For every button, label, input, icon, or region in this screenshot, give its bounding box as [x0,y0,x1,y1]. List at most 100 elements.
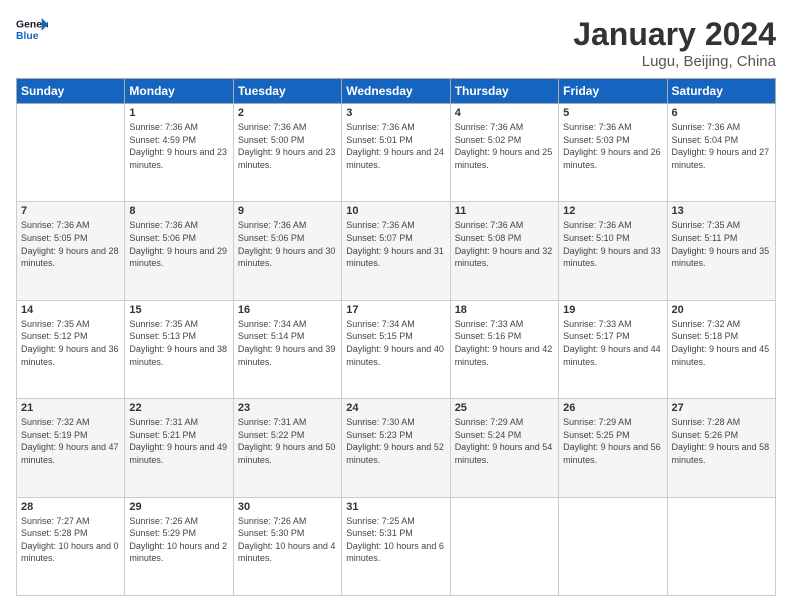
day-info: Sunrise: 7:36 AMSunset: 5:00 PMDaylight:… [238,121,337,171]
calendar-week-row: 14 Sunrise: 7:35 AMSunset: 5:12 PMDaylig… [17,300,776,398]
calendar-cell: 18 Sunrise: 7:33 AMSunset: 5:16 PMDaylig… [450,300,558,398]
calendar-cell: 10 Sunrise: 7:36 AMSunset: 5:07 PMDaylig… [342,202,450,300]
header-saturday: Saturday [667,79,775,104]
day-info: Sunrise: 7:35 AMSunset: 5:11 PMDaylight:… [672,219,771,269]
calendar-cell: 5 Sunrise: 7:36 AMSunset: 5:03 PMDayligh… [559,104,667,202]
logo-icon: General Blue [16,16,48,44]
day-info: Sunrise: 7:29 AMSunset: 5:25 PMDaylight:… [563,416,662,466]
day-number: 24 [346,402,445,414]
day-number: 26 [563,402,662,414]
day-number: 2 [238,107,337,119]
day-info: Sunrise: 7:34 AMSunset: 5:15 PMDaylight:… [346,318,445,368]
calendar-week-row: 28 Sunrise: 7:27 AMSunset: 5:28 PMDaylig… [17,497,776,595]
day-number: 10 [346,205,445,217]
calendar-week-row: 1 Sunrise: 7:36 AMSunset: 4:59 PMDayligh… [17,104,776,202]
calendar-cell: 24 Sunrise: 7:30 AMSunset: 5:23 PMDaylig… [342,399,450,497]
calendar-cell: 17 Sunrise: 7:34 AMSunset: 5:15 PMDaylig… [342,300,450,398]
calendar-cell [667,497,775,595]
day-number: 13 [672,205,771,217]
day-number: 7 [21,205,120,217]
day-info: Sunrise: 7:36 AMSunset: 5:06 PMDaylight:… [238,219,337,269]
day-number: 5 [563,107,662,119]
day-info: Sunrise: 7:31 AMSunset: 5:22 PMDaylight:… [238,416,337,466]
day-info: Sunrise: 7:27 AMSunset: 5:28 PMDaylight:… [21,515,120,565]
calendar-cell [559,497,667,595]
day-number: 3 [346,107,445,119]
day-number: 18 [455,304,554,316]
calendar-cell: 22 Sunrise: 7:31 AMSunset: 5:21 PMDaylig… [125,399,233,497]
day-info: Sunrise: 7:25 AMSunset: 5:31 PMDaylight:… [346,515,445,565]
calendar-cell: 27 Sunrise: 7:28 AMSunset: 5:26 PMDaylig… [667,399,775,497]
header-tuesday: Tuesday [233,79,341,104]
day-number: 16 [238,304,337,316]
day-info: Sunrise: 7:36 AMSunset: 5:05 PMDaylight:… [21,219,120,269]
calendar-cell: 1 Sunrise: 7:36 AMSunset: 4:59 PMDayligh… [125,104,233,202]
calendar-cell: 14 Sunrise: 7:35 AMSunset: 5:12 PMDaylig… [17,300,125,398]
day-number: 20 [672,304,771,316]
calendar-cell: 13 Sunrise: 7:35 AMSunset: 5:11 PMDaylig… [667,202,775,300]
calendar-cell: 2 Sunrise: 7:36 AMSunset: 5:00 PMDayligh… [233,104,341,202]
calendar-cell: 31 Sunrise: 7:25 AMSunset: 5:31 PMDaylig… [342,497,450,595]
day-number: 31 [346,501,445,513]
day-number: 4 [455,107,554,119]
calendar-cell: 21 Sunrise: 7:32 AMSunset: 5:19 PMDaylig… [17,399,125,497]
header-thursday: Thursday [450,79,558,104]
calendar-week-row: 7 Sunrise: 7:36 AMSunset: 5:05 PMDayligh… [17,202,776,300]
day-info: Sunrise: 7:32 AMSunset: 5:18 PMDaylight:… [672,318,771,368]
calendar-cell: 28 Sunrise: 7:27 AMSunset: 5:28 PMDaylig… [17,497,125,595]
calendar-cell: 8 Sunrise: 7:36 AMSunset: 5:06 PMDayligh… [125,202,233,300]
day-info: Sunrise: 7:31 AMSunset: 5:21 PMDaylight:… [129,416,228,466]
day-info: Sunrise: 7:35 AMSunset: 5:12 PMDaylight:… [21,318,120,368]
day-info: Sunrise: 7:36 AMSunset: 5:07 PMDaylight:… [346,219,445,269]
calendar-table: Sunday Monday Tuesday Wednesday Thursday… [16,78,776,596]
day-info: Sunrise: 7:33 AMSunset: 5:16 PMDaylight:… [455,318,554,368]
calendar-cell: 23 Sunrise: 7:31 AMSunset: 5:22 PMDaylig… [233,399,341,497]
page: General Blue January 2024 Lugu, Beijing,… [0,0,792,612]
day-number: 11 [455,205,554,217]
location: Lugu, Beijing, China [573,53,776,70]
calendar-cell [17,104,125,202]
calendar-cell: 12 Sunrise: 7:36 AMSunset: 5:10 PMDaylig… [559,202,667,300]
day-number: 28 [21,501,120,513]
day-number: 25 [455,402,554,414]
day-info: Sunrise: 7:36 AMSunset: 5:03 PMDaylight:… [563,121,662,171]
day-number: 9 [238,205,337,217]
day-number: 15 [129,304,228,316]
day-info: Sunrise: 7:36 AMSunset: 5:10 PMDaylight:… [563,219,662,269]
calendar-cell: 7 Sunrise: 7:36 AMSunset: 5:05 PMDayligh… [17,202,125,300]
day-info: Sunrise: 7:33 AMSunset: 5:17 PMDaylight:… [563,318,662,368]
day-number: 19 [563,304,662,316]
calendar-cell: 26 Sunrise: 7:29 AMSunset: 5:25 PMDaylig… [559,399,667,497]
header-monday: Monday [125,79,233,104]
calendar-cell: 25 Sunrise: 7:29 AMSunset: 5:24 PMDaylig… [450,399,558,497]
day-number: 23 [238,402,337,414]
calendar-header-row: Sunday Monday Tuesday Wednesday Thursday… [17,79,776,104]
day-number: 12 [563,205,662,217]
calendar-cell: 11 Sunrise: 7:36 AMSunset: 5:08 PMDaylig… [450,202,558,300]
day-info: Sunrise: 7:36 AMSunset: 5:06 PMDaylight:… [129,219,228,269]
day-number: 17 [346,304,445,316]
title-block: January 2024 Lugu, Beijing, China [573,16,776,70]
calendar-cell: 20 Sunrise: 7:32 AMSunset: 5:18 PMDaylig… [667,300,775,398]
day-info: Sunrise: 7:36 AMSunset: 5:04 PMDaylight:… [672,121,771,171]
day-info: Sunrise: 7:34 AMSunset: 5:14 PMDaylight:… [238,318,337,368]
day-number: 8 [129,205,228,217]
calendar-cell: 29 Sunrise: 7:26 AMSunset: 5:29 PMDaylig… [125,497,233,595]
day-info: Sunrise: 7:36 AMSunset: 4:59 PMDaylight:… [129,121,228,171]
calendar-cell: 9 Sunrise: 7:36 AMSunset: 5:06 PMDayligh… [233,202,341,300]
day-info: Sunrise: 7:30 AMSunset: 5:23 PMDaylight:… [346,416,445,466]
day-info: Sunrise: 7:35 AMSunset: 5:13 PMDaylight:… [129,318,228,368]
day-number: 27 [672,402,771,414]
calendar-cell: 16 Sunrise: 7:34 AMSunset: 5:14 PMDaylig… [233,300,341,398]
header: General Blue January 2024 Lugu, Beijing,… [16,16,776,70]
calendar-cell: 6 Sunrise: 7:36 AMSunset: 5:04 PMDayligh… [667,104,775,202]
calendar-cell: 19 Sunrise: 7:33 AMSunset: 5:17 PMDaylig… [559,300,667,398]
day-number: 30 [238,501,337,513]
day-number: 1 [129,107,228,119]
calendar-cell: 30 Sunrise: 7:26 AMSunset: 5:30 PMDaylig… [233,497,341,595]
calendar-cell: 15 Sunrise: 7:35 AMSunset: 5:13 PMDaylig… [125,300,233,398]
header-wednesday: Wednesday [342,79,450,104]
header-friday: Friday [559,79,667,104]
day-info: Sunrise: 7:36 AMSunset: 5:02 PMDaylight:… [455,121,554,171]
day-number: 14 [21,304,120,316]
